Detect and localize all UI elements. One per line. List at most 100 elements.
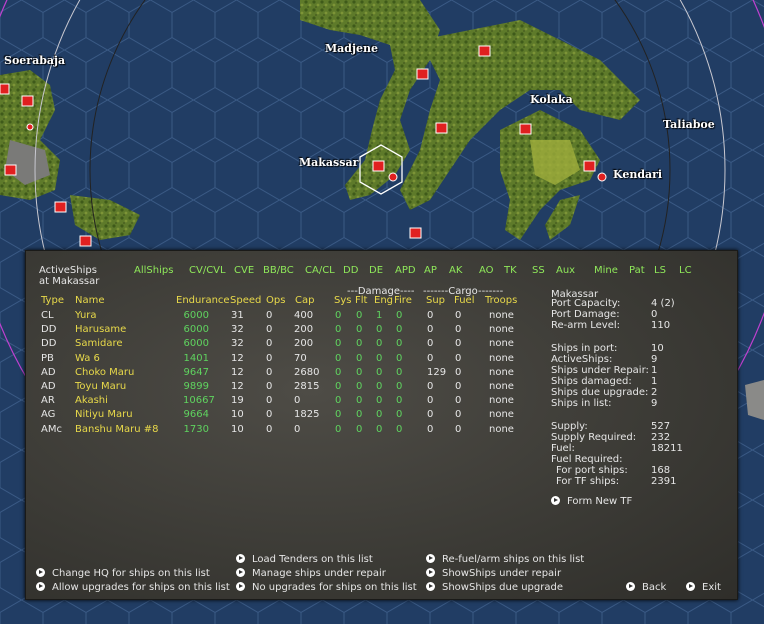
ship-row[interactable]: CL Yura 6000 31 0 400 0 0 1 0 0 0 none — [26, 309, 737, 323]
ship-sup: 0 — [427, 395, 434, 407]
ship-fire: 0 — [396, 409, 403, 421]
arrow-right-icon — [36, 582, 45, 591]
manage-repair-button[interactable]: Manage ships under repair — [236, 568, 386, 580]
column-header-troops[interactable]: Troops — [485, 295, 517, 307]
ship-troops: none — [489, 338, 514, 350]
filter-cve[interactable]: CVE — [234, 265, 254, 276]
no-upgrades-label: No upgrades for ships on this list — [252, 582, 417, 593]
column-header-speed[interactable]: Speed — [230, 295, 261, 307]
load-tenders-button[interactable]: Load Tenders on this list — [236, 554, 373, 566]
show-due-upgrade-button[interactable]: ShowShips due upgrade — [426, 582, 563, 594]
show-under-repair-label: ShowShips under repair — [442, 568, 562, 579]
ship-flt: 0 — [356, 423, 363, 435]
ship-name[interactable]: Banshu Maru #8 — [75, 423, 159, 437]
ship-sup: 129 — [427, 366, 447, 378]
ship-cap: 70 — [294, 352, 307, 364]
filter-lc[interactable]: LC — [679, 265, 692, 276]
filter-ao[interactable]: AO — [479, 265, 494, 276]
ship-flt: 0 — [356, 395, 363, 407]
base-stat-value: 110 — [651, 320, 671, 331]
filter-ap[interactable]: AP — [424, 265, 437, 276]
ship-flt: 0 — [356, 381, 363, 392]
filter-ls[interactable]: LS — [654, 265, 666, 276]
filter-apd[interactable]: APD — [395, 265, 416, 276]
filter-allships[interactable]: AllShips — [134, 265, 173, 276]
ship-fuel: 0 — [455, 352, 462, 364]
ship-sys: 0 — [335, 381, 342, 392]
ship-sup: 0 — [427, 381, 434, 392]
ship-row[interactable]: PB Wa 6 1401 12 0 70 0 0 0 0 0 0 none — [26, 352, 737, 366]
map-label-madjene: Madjene — [325, 42, 378, 55]
show-due-upgrade-label: ShowShips due upgrade — [442, 582, 563, 593]
show-under-repair-button[interactable]: ShowShips under repair — [426, 568, 561, 580]
ship-name[interactable]: Toyu Maru — [75, 380, 126, 394]
ship-ops: 0 — [266, 338, 273, 350]
base-stat-value: 2391 — [651, 476, 677, 487]
ship-speed: 10 — [231, 409, 244, 421]
allow-upgrades-button[interactable]: Allow upgrades for ships on this list — [36, 582, 230, 594]
ship-row[interactable]: AG Nitiyu Maru 9664 10 0 1825 0 0 0 0 0 0 none — [26, 408, 737, 422]
filter-ak[interactable]: AK — [449, 265, 462, 276]
ship-fuel: 0 — [455, 338, 462, 350]
ship-type: PB — [41, 352, 54, 364]
filter-ca-cl[interactable]: CA/CL — [305, 265, 335, 276]
ship-sys: 0 — [335, 352, 342, 364]
ship-name[interactable]: Samidare — [75, 337, 123, 351]
ship-cap: 1825 — [294, 409, 320, 421]
ship-name[interactable]: Choko Maru — [75, 366, 134, 380]
column-header-eng[interactable]: Eng — [374, 295, 393, 307]
ship-cap: 200 — [294, 324, 314, 336]
filter-ss[interactable]: SS — [532, 265, 545, 276]
column-header-sup[interactable]: Sup — [426, 295, 445, 307]
ship-row[interactable]: DD Samidare 6000 32 0 200 0 0 0 0 0 0 none — [26, 337, 737, 351]
exit-button[interactable]: Exit — [686, 582, 721, 594]
ship-name[interactable]: Yura — [75, 309, 97, 323]
ship-name[interactable]: Nitiyu Maru — [75, 408, 133, 422]
column-header-ops[interactable]: Ops — [266, 295, 285, 307]
ship-eng: 0 — [376, 381, 383, 392]
base-stat-value: 18211 — [651, 443, 683, 454]
ship-row[interactable]: DD Harusame 6000 32 0 200 0 0 0 0 0 0 none — [26, 323, 737, 337]
change-hq-button[interactable]: Change HQ for ships on this list — [36, 568, 210, 580]
no-upgrades-button[interactable]: No upgrades for ships on this list — [236, 582, 417, 594]
filter-pat[interactable]: Pat — [629, 265, 645, 276]
column-header-endurance[interactable]: Endurance — [176, 295, 230, 307]
filter-aux[interactable]: Aux — [556, 265, 575, 276]
ship-name[interactable]: Wa 6 — [75, 352, 100, 366]
column-header-flt[interactable]: Flt — [355, 295, 367, 307]
ship-sup: 0 — [427, 423, 434, 435]
filter-cv-cvl[interactable]: CV/CVL — [189, 265, 226, 276]
arrow-right-icon — [551, 496, 560, 505]
column-header-name[interactable]: Name — [75, 295, 105, 307]
manage-repair-label: Manage ships under repair — [252, 568, 386, 579]
ship-fire: 0 — [396, 324, 403, 336]
ship-speed: 10 — [231, 423, 244, 435]
column-header-cap[interactable]: Cap — [295, 295, 314, 307]
ship-name[interactable]: Harusame — [75, 323, 126, 337]
ship-ops: 0 — [266, 352, 273, 364]
ship-fuel: 0 — [455, 395, 462, 407]
filter-mine[interactable]: Mine — [594, 265, 618, 276]
filter-bb-bc[interactable]: BB/BC — [263, 265, 294, 276]
filter-de[interactable]: DE — [369, 265, 383, 276]
ship-fire: 0 — [396, 381, 403, 392]
back-button[interactable]: Back — [626, 582, 666, 594]
ship-ops: 0 — [266, 324, 273, 336]
ship-sup: 0 — [427, 409, 434, 421]
ship-endurance: 6000 — [183, 338, 209, 350]
ship-sys: 0 — [335, 338, 342, 350]
ship-ops: 0 — [266, 366, 273, 378]
ship-cap: 2815 — [294, 381, 320, 392]
filter-tk[interactable]: TK — [504, 265, 517, 276]
column-header-type[interactable]: Type — [41, 295, 64, 307]
filter-dd[interactable]: DD — [343, 265, 358, 276]
ship-name[interactable]: Akashi — [75, 394, 108, 408]
form-new-tf-button[interactable]: Form New TF — [551, 496, 632, 508]
ship-cap: 400 — [294, 310, 314, 321]
ship-type: AD — [41, 366, 56, 378]
column-header-fuel[interactable]: Fuel — [454, 295, 474, 307]
ship-flt: 0 — [356, 310, 363, 321]
refuel-rearm-button[interactable]: Re-fuel/arm ships on this list — [426, 554, 584, 566]
column-header-fire[interactable]: Fire — [394, 295, 412, 307]
column-header-sys[interactable]: Sys — [334, 295, 351, 307]
